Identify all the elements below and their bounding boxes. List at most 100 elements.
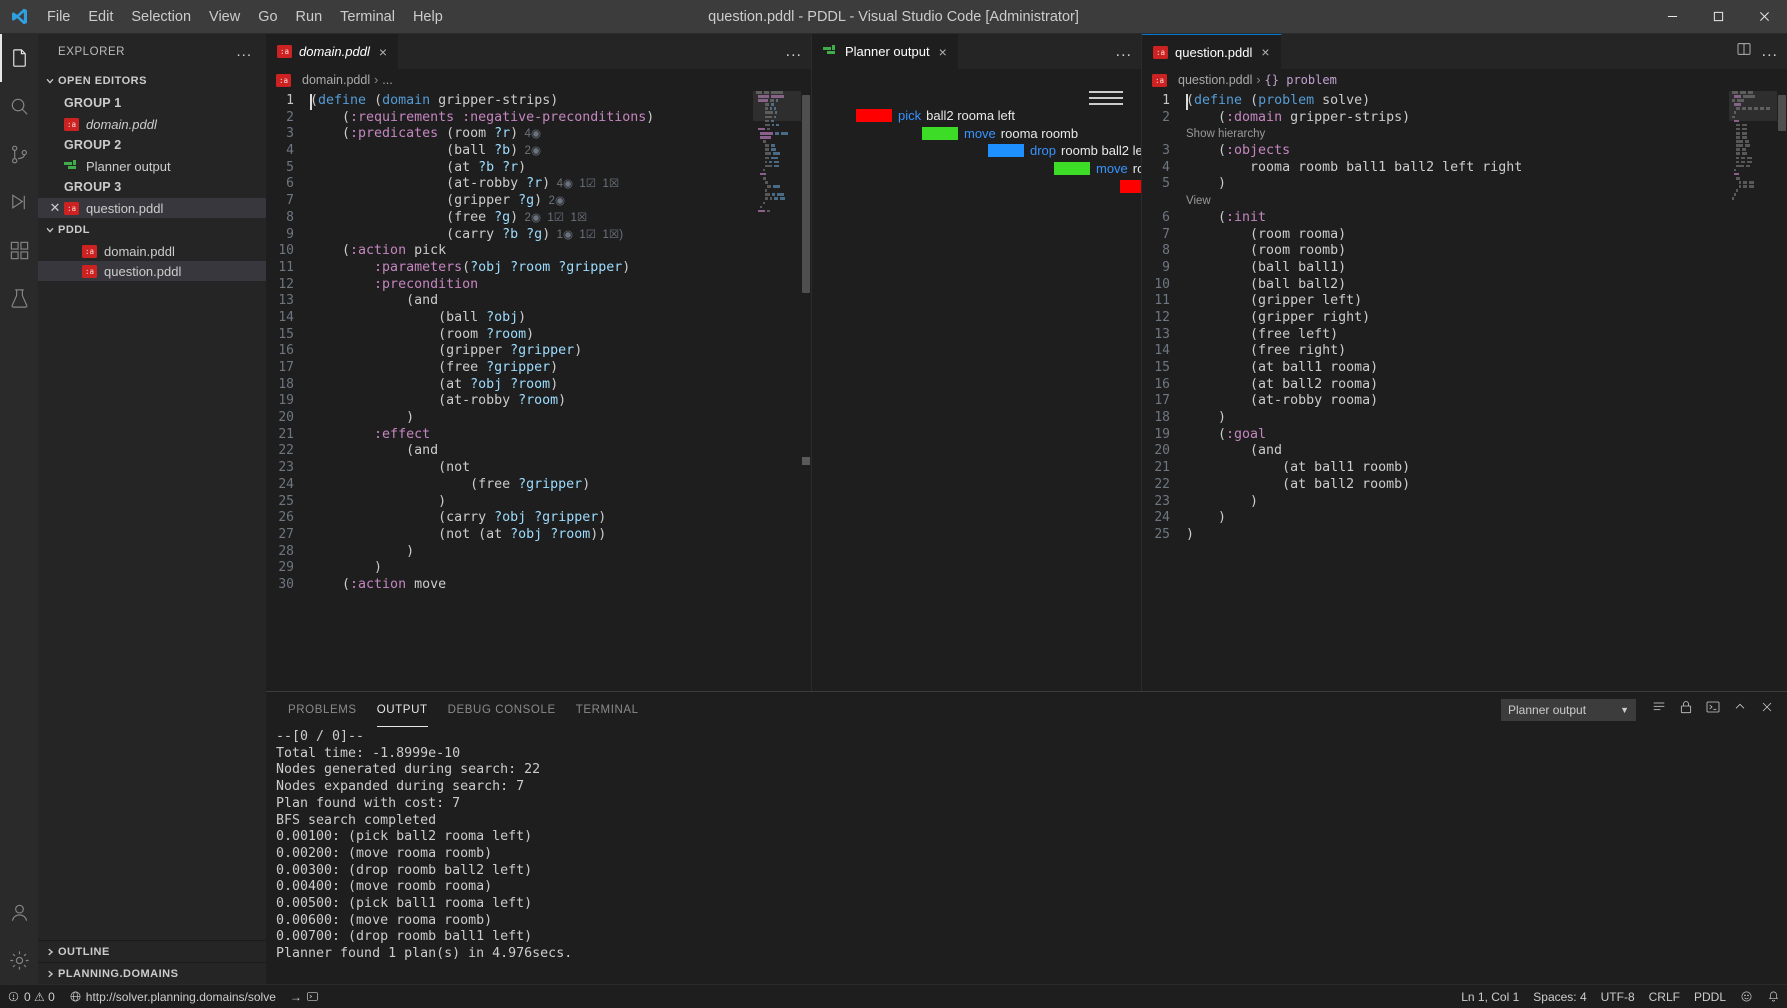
maximize-panel-icon[interactable] <box>1732 699 1748 720</box>
plan-step-bar[interactable] <box>922 126 958 140</box>
section-outline[interactable]: OUTLINE <box>38 940 266 962</box>
code-line[interactable]: 12 :precondition <box>266 277 811 294</box>
code-editor-question[interactable]: 1 (define (problem solve) 2 (:domain gripp… <box>1142 91 1787 691</box>
tab-close-icon[interactable]: × <box>1261 44 1269 60</box>
status-language-mode[interactable]: PDDL <box>1687 990 1733 1004</box>
code-line[interactable]: 17 (free ?gripper) <box>266 360 811 377</box>
code-editor-domain[interactable]: 1 (define (domain gripper-strips) 2 (:requ… <box>266 91 811 691</box>
tab-problems[interactable]: PROBLEMS <box>278 692 367 727</box>
new-terminal-icon[interactable] <box>1705 699 1721 720</box>
code-line[interactable]: 23 ) <box>1142 494 1787 511</box>
code-line[interactable]: 13 (free left) <box>1142 327 1787 344</box>
code-line[interactable]: 11 :parameters(?obj ?room ?gripper) <box>266 260 811 277</box>
code-line[interactable]: 29 ) <box>266 560 811 577</box>
output-console-content[interactable]: --[0 / 0]-- Total time: -1.8999e-10 Nodes … <box>266 727 1787 984</box>
plan-step-row[interactable]: moverooma roomb <box>812 125 1141 143</box>
menu-help[interactable]: Help <box>404 0 452 33</box>
code-line[interactable]: 18 (at ?obj ?room) <box>266 377 811 394</box>
activity-search[interactable] <box>0 82 38 130</box>
split-editor-icon[interactable] <box>1736 41 1752 62</box>
breadcrumb-file[interactable]: domain.pddl <box>302 73 370 87</box>
code-line[interactable]: 24 (free ?gripper) <box>266 477 811 494</box>
editor-more-actions[interactable]: ... <box>1116 43 1132 61</box>
plan-step-row[interactable]: pick ball2 rooma left <box>812 107 1141 125</box>
sidebar-more-actions[interactable]: ... <box>230 43 258 60</box>
code-line[interactable]: 20 (and <box>1142 443 1787 460</box>
code-line[interactable]: 4 rooma roomb ball1 ball2 left right <box>1142 160 1787 177</box>
menu-view[interactable]: View <box>200 0 249 33</box>
editor-more-actions[interactable]: ... <box>1762 43 1778 61</box>
tab-question-pddl[interactable]: :a question.pddl × <box>1142 34 1282 69</box>
tab-close-icon[interactable]: × <box>379 44 387 60</box>
clear-output-icon[interactable] <box>1651 699 1667 720</box>
code-line[interactable]: 8 (room roomb) <box>1142 243 1787 260</box>
code-line[interactable]: 23 (not <box>266 460 811 477</box>
status-indentation[interactable]: Spaces: 4 <box>1526 990 1593 1004</box>
code-line[interactable]: 17 (at-robby rooma) <box>1142 393 1787 410</box>
activity-source-control[interactable] <box>0 130 38 178</box>
code-line[interactable]: 13 (and <box>266 293 811 310</box>
code-line[interactable]: 16 (gripper ?gripper) <box>266 343 811 360</box>
activity-testing[interactable] <box>0 274 38 322</box>
output-channel-select[interactable]: Planner output ▼ <box>1501 698 1636 721</box>
lock-icon[interactable] <box>1678 699 1694 720</box>
section-workspace-pddl[interactable]: PDDL <box>38 218 266 241</box>
plan-step-bar[interactable] <box>1120 179 1141 193</box>
close-icon[interactable] <box>1741 0 1787 33</box>
code-line[interactable]: 28 ) <box>266 544 811 561</box>
code-line[interactable]: 4 (ball ?b) 2◉ <box>266 143 811 160</box>
editor-scrollbar-question[interactable] <box>1777 91 1787 691</box>
plan-step-row[interactable]: droproomb ball2 left <box>812 142 1141 160</box>
activity-extensions[interactable] <box>0 226 38 274</box>
code-line[interactable]: 3 (:objects <box>1142 143 1787 160</box>
open-editor-question-pddl[interactable]: ✕ :a question.pddl <box>38 198 266 218</box>
status-eol[interactable]: CRLF <box>1642 990 1687 1004</box>
code-line[interactable]: 19 (:goal <box>1142 427 1787 444</box>
file-question-pddl[interactable]: :a question.pddl <box>38 261 266 281</box>
code-line[interactable]: 15 (room ?room) <box>266 327 811 344</box>
code-line[interactable]: 21 :effect <box>266 427 811 444</box>
plan-step-row[interactable]: moverooma roomb <box>812 195 1141 213</box>
code-line[interactable]: 18 ) <box>1142 410 1787 427</box>
status-cursor-position[interactable]: Ln 1, Col 1 <box>1454 990 1526 1004</box>
code-line[interactable]: 1 (define (domain gripper-strips) <box>266 93 811 110</box>
section-planning-domains[interactable]: PLANNING.DOMAINS <box>38 962 266 984</box>
tab-domain-pddl[interactable]: :a domain.pddl × <box>266 34 400 69</box>
code-line[interactable]: 22 (and <box>266 443 811 460</box>
menu-run[interactable]: Run <box>287 0 332 33</box>
code-lens-action[interactable]: View <box>1186 193 1211 210</box>
code-line[interactable]: 9 (carry ?b ?g) 1◉ 1☑ 1☒) <box>266 227 811 244</box>
menu-selection[interactable]: Selection <box>122 0 200 33</box>
code-line[interactable]: 6 (:init <box>1142 210 1787 227</box>
tab-terminal[interactable]: TERMINAL <box>566 692 649 727</box>
code-line[interactable]: 6 (at-robby ?r) 4◉ 1☑ 1☒ <box>266 176 811 193</box>
plan-step-bar[interactable] <box>1054 162 1090 176</box>
code-line[interactable]: 22 (at ball2 roomb) <box>1142 477 1787 494</box>
code-line[interactable]: 1 (define (problem solve) <box>1142 93 1787 110</box>
code-line[interactable]: 30 (:action move <box>266 577 811 594</box>
code-line[interactable]: 24 ) <box>1142 510 1787 527</box>
code-line[interactable]: 14 (free right) <box>1142 343 1787 360</box>
code-line[interactable]: 26 (carry ?obj ?gripper) <box>266 510 811 527</box>
code-lens-action[interactable]: Show hierarchy <box>1186 126 1265 143</box>
code-line[interactable]: 9 (ball ball1) <box>1142 260 1787 277</box>
breadcrumb-symbol[interactable]: {} problem <box>1265 73 1337 87</box>
breadcrumb-symbol[interactable]: ... <box>382 73 392 87</box>
code-line[interactable]: 15 (at ball1 rooma) <box>1142 360 1787 377</box>
file-domain-pddl[interactable]: :a domain.pddl <box>38 241 266 261</box>
minimize-icon[interactable] <box>1649 0 1695 33</box>
activity-settings[interactable] <box>0 936 38 984</box>
status-notifications[interactable] <box>1760 990 1787 1003</box>
editor-more-actions[interactable]: ... <box>786 43 802 61</box>
code-line[interactable]: 5 (at ?b ?r) <box>266 160 811 177</box>
menu-terminal[interactable]: Terminal <box>331 0 404 33</box>
tab-debug-console[interactable]: DEBUG CONSOLE <box>438 692 566 727</box>
close-editor-icon[interactable]: ✕ <box>46 200 64 216</box>
plan-step-bar[interactable] <box>988 144 1024 158</box>
code-line[interactable]: 16 (at ball2 rooma) <box>1142 377 1787 394</box>
status-feedback[interactable] <box>1733 990 1760 1003</box>
code-line[interactable]: 14 (ball ?obj) <box>266 310 811 327</box>
code-content-domain[interactable]: 1 (define (domain gripper-strips) 2 (:requ… <box>266 91 811 691</box>
code-line[interactable]: 11 (gripper left) <box>1142 293 1787 310</box>
code-line[interactable]: 20 ) <box>266 410 811 427</box>
